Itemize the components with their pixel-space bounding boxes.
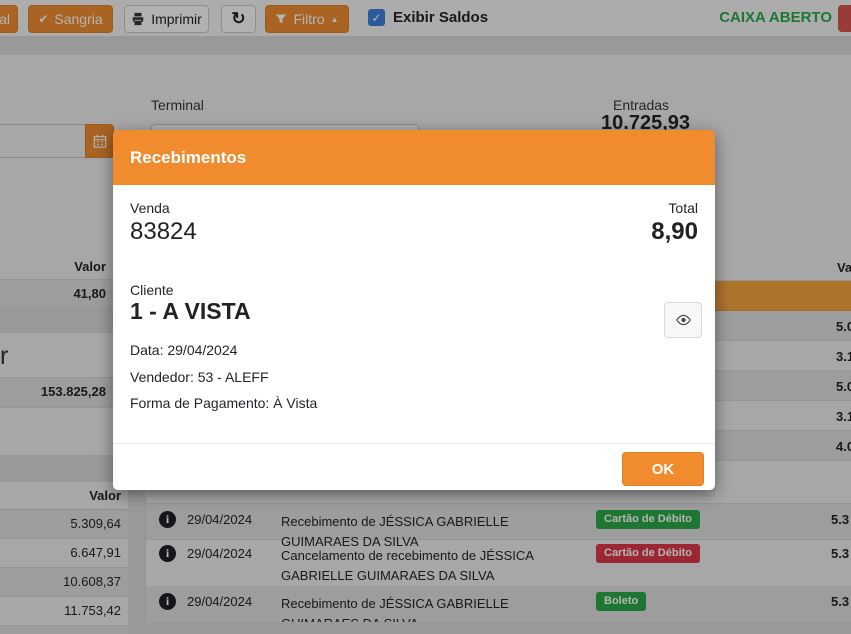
- venda-label: Venda: [130, 200, 170, 216]
- eye-icon: [675, 314, 692, 326]
- modal-footer-divider: [113, 443, 715, 444]
- venda-value: 83824: [130, 218, 197, 246]
- recebimentos-modal: Recebimentos Venda Total 83824 8,90 Clie…: [113, 130, 715, 490]
- cliente-value: 1 - A VISTA: [130, 298, 251, 325]
- ok-button-label: OK: [652, 461, 675, 478]
- cliente-label: Cliente: [130, 282, 174, 298]
- view-client-button[interactable]: [664, 302, 702, 338]
- modal-header: Recebimentos: [113, 130, 715, 185]
- modal-vendedor-line: Vendedor: 53 - ALEFF: [130, 369, 269, 385]
- modal-forma-pagamento-line: Forma de Pagamento: À Vista: [130, 395, 317, 411]
- modal-data-line: Data: 29/04/2024: [130, 342, 237, 358]
- modal-title: Recebimentos: [130, 148, 246, 168]
- ok-button[interactable]: OK: [622, 452, 704, 486]
- total-value: 8,90: [651, 218, 698, 246]
- caixa-page: al ✔ Sangria Imprimir ↻ Filtro ▲: [0, 0, 851, 634]
- total-label: Total: [668, 200, 698, 216]
